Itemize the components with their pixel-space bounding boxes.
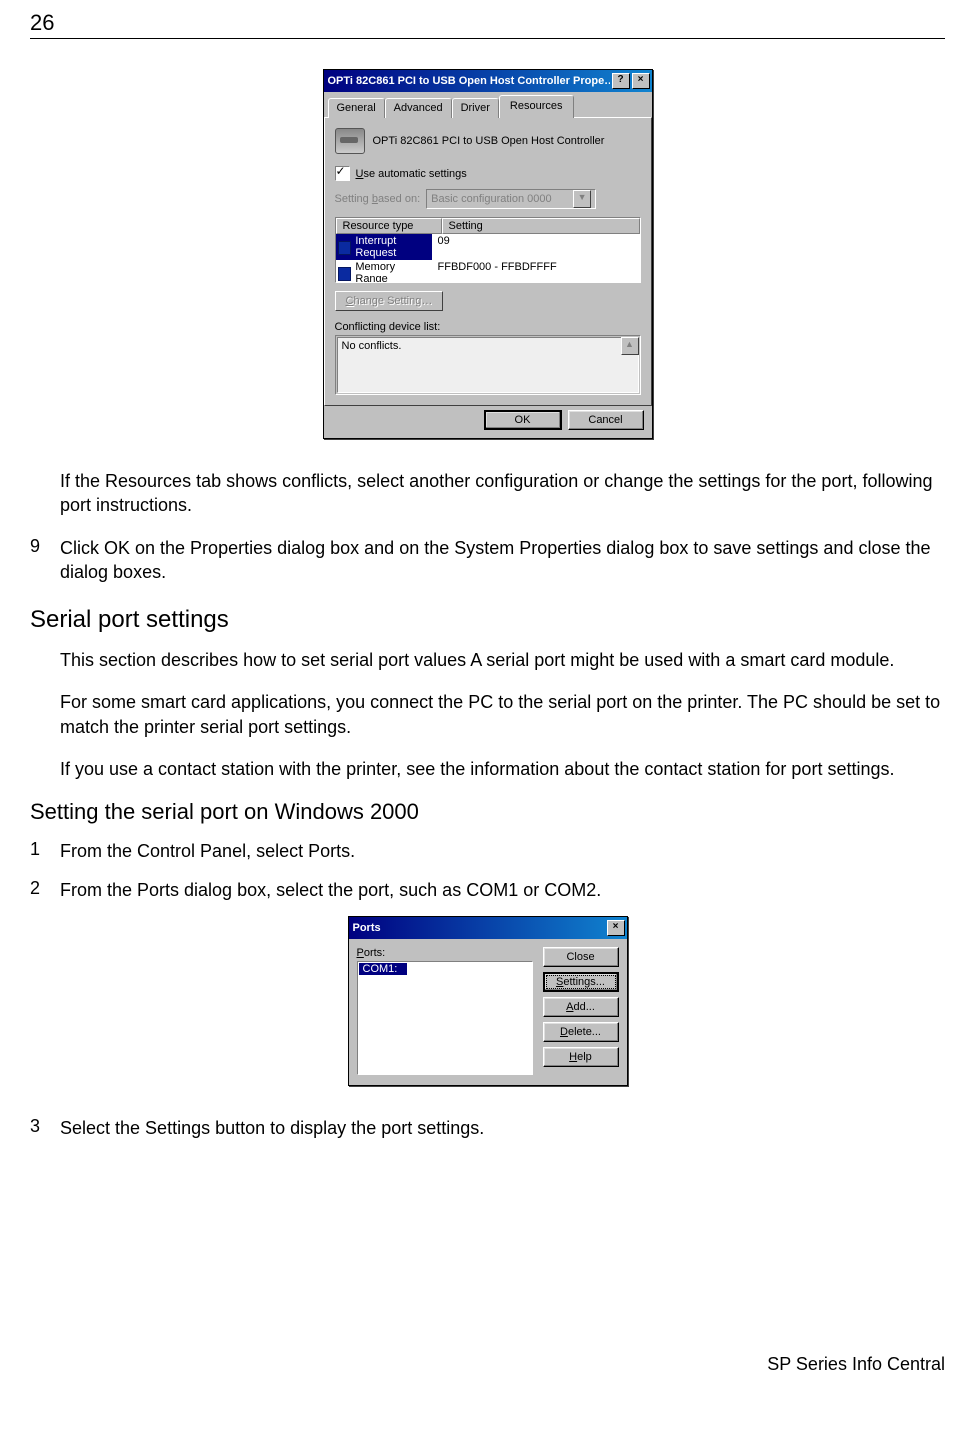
conflict-text: No conflicts.: [342, 340, 402, 352]
tab-general[interactable]: General: [328, 98, 385, 118]
step-number: 2: [30, 878, 60, 902]
heading-win2000: Setting the serial port on Windows 2000: [30, 799, 945, 825]
list-row[interactable]: Memory Range FFBDF000 - FFBDFFFF: [336, 260, 640, 283]
cell-type: Memory Range: [355, 260, 427, 283]
dialog-title: OPTi 82C861 PCI to USB Open Host Control…: [328, 75, 610, 87]
properties-dialog-figure: OPTi 82C861 PCI to USB Open Host Control…: [30, 69, 945, 439]
resource-listbox[interactable]: Resource type Setting Interrupt Request …: [335, 217, 641, 283]
dialog-body: Ports: COM1: Close Settings... Add... De…: [349, 939, 627, 1085]
add-button[interactable]: Add...: [543, 997, 619, 1017]
paragraph: If the Resources tab shows conflicts, se…: [60, 469, 945, 518]
cell-setting: FFBDF000 - FFBDFFFF: [432, 260, 640, 283]
help-button[interactable]: ?: [612, 73, 630, 89]
properties-dialog: OPTi 82C861 PCI to USB Open Host Control…: [323, 69, 653, 439]
close-button[interactable]: Close: [543, 947, 619, 967]
scroll-up-icon: ▲: [621, 337, 639, 355]
combo-dropdown-icon: ▼: [573, 190, 591, 208]
use-automatic-label: UUse automatic settingsse automatic sett…: [356, 168, 467, 180]
ports-listbox[interactable]: COM1:: [357, 961, 533, 1075]
ports-dialog-figure: Ports × Ports: COM1: Close Settings... A…: [30, 916, 945, 1086]
header-rule: [30, 38, 945, 39]
ok-button[interactable]: OK: [484, 410, 562, 430]
dialog-title: Ports: [353, 922, 607, 934]
setting-based-combo: Basic configuration 0000 ▼: [426, 189, 596, 209]
step-text: From the Control Panel, select Ports.: [60, 839, 355, 863]
step-1: 1 From the Control Panel, select Ports.: [30, 839, 945, 863]
cell-setting: 09: [432, 234, 640, 260]
step-text: From the Ports dialog box, select the po…: [60, 878, 601, 902]
step-text: Select the Settings button to display th…: [60, 1116, 484, 1140]
page-footer: SP Series Info Central: [767, 1354, 945, 1375]
resource-icon: [338, 241, 352, 255]
col-setting[interactable]: Setting: [442, 218, 640, 234]
step-number: 9: [30, 536, 60, 585]
setting-based-row: Setting based on: Basic configuration 00…: [335, 189, 641, 209]
cell-type: Interrupt Request: [355, 234, 427, 260]
tab-strip: General Advanced Driver Resources: [324, 92, 652, 117]
device-row: OPTi 82C861 PCI to USB Open Host Control…: [335, 128, 641, 154]
ports-left: Ports: COM1:: [357, 947, 533, 1075]
dialog-body: General Advanced Driver Resources OPTi 8…: [324, 92, 652, 438]
page-number: 26: [30, 10, 945, 36]
conflict-listbox: No conflicts. ▲: [335, 335, 641, 395]
change-setting-button: Change Setting…: [335, 291, 444, 311]
paragraph: For some smart card applications, you co…: [60, 690, 945, 739]
ports-dialog: Ports × Ports: COM1: Close Settings... A…: [348, 916, 628, 1086]
device-name: OPTi 82C861 PCI to USB Open Host Control…: [373, 135, 605, 147]
heading-serial-port-settings: Serial port settings: [30, 606, 945, 634]
conflict-label: Conflicting device list:: [335, 321, 641, 333]
dialog-footer: OK Cancel: [324, 406, 652, 438]
port-item-com1[interactable]: COM1:: [359, 963, 407, 975]
list-header: Resource type Setting: [336, 218, 640, 234]
ports-label: Ports:: [357, 947, 533, 959]
tab-resources[interactable]: Resources: [499, 95, 574, 118]
paragraph: This section describes how to set serial…: [60, 648, 945, 672]
close-button[interactable]: ×: [632, 73, 650, 89]
step-9: 9 Click OK on the Properties dialog box …: [30, 536, 945, 585]
delete-button[interactable]: Delete...: [543, 1022, 619, 1042]
document-page: 26 OPTi 82C861 PCI to USB Open Host Cont…: [0, 0, 975, 1400]
tab-advanced[interactable]: Advanced: [385, 98, 452, 118]
paragraph: If you use a contact station with the pr…: [60, 757, 945, 781]
device-icon: [335, 128, 365, 154]
help-button[interactable]: Help: [543, 1047, 619, 1067]
title-bar[interactable]: Ports ×: [349, 917, 627, 939]
use-automatic-row[interactable]: UUse automatic settingsse automatic sett…: [335, 166, 641, 181]
step-text: Click OK on the Properties dialog box an…: [60, 536, 945, 585]
step-number: 1: [30, 839, 60, 863]
list-row[interactable]: Interrupt Request 09: [336, 234, 640, 260]
setting-based-label: Setting based on:: [335, 193, 421, 205]
setting-based-value: Basic configuration 0000: [431, 193, 551, 205]
resource-icon: [338, 267, 352, 281]
settings-button[interactable]: Settings...: [543, 972, 619, 992]
close-button[interactable]: ×: [607, 920, 625, 936]
ports-buttons: Close Settings... Add... Delete... Help: [543, 947, 619, 1075]
col-resource-type[interactable]: Resource type: [336, 218, 442, 234]
use-automatic-checkbox[interactable]: [335, 166, 350, 181]
step-3: 3 Select the Settings button to display …: [30, 1116, 945, 1140]
resources-panel: OPTi 82C861 PCI to USB Open Host Control…: [324, 117, 652, 406]
cancel-button[interactable]: Cancel: [568, 410, 644, 430]
title-bar[interactable]: OPTi 82C861 PCI to USB Open Host Control…: [324, 70, 652, 92]
step-number: 3: [30, 1116, 60, 1140]
tab-driver[interactable]: Driver: [452, 98, 499, 118]
step-2: 2 From the Ports dialog box, select the …: [30, 878, 945, 902]
